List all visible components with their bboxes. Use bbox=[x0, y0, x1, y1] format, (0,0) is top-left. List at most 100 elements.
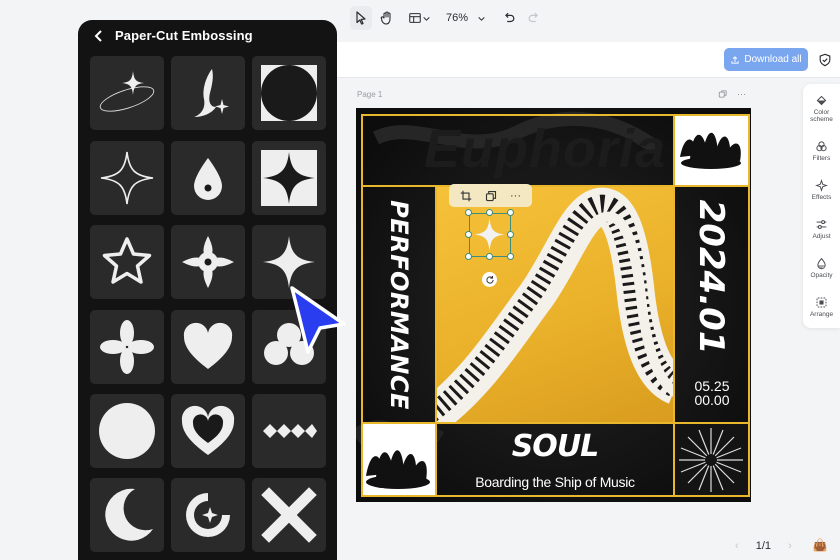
shape-tile-flower-diamond[interactable] bbox=[171, 225, 245, 299]
shape-tile-x-cross[interactable] bbox=[252, 478, 326, 552]
rail-label: Arrange bbox=[809, 311, 834, 318]
frame-line bbox=[361, 495, 750, 497]
rotate-handle[interactable] bbox=[482, 272, 497, 287]
duplicate-page-icon[interactable] bbox=[718, 89, 728, 99]
circle-icon bbox=[99, 403, 155, 459]
poster-side-text: PERFORMANCE bbox=[385, 200, 413, 410]
zoom-level: 76% bbox=[445, 12, 469, 24]
page-label: Page 1 bbox=[357, 90, 383, 99]
frame-line bbox=[673, 114, 675, 497]
frame-line bbox=[361, 114, 363, 497]
shield-button[interactable] bbox=[816, 48, 834, 72]
chevron-down-icon bbox=[422, 16, 430, 21]
clover-icon bbox=[100, 320, 154, 374]
next-page-icon[interactable]: › bbox=[788, 540, 792, 552]
star-icon bbox=[102, 237, 152, 284]
shape-tile-droplet[interactable] bbox=[171, 141, 245, 215]
sunburst-icon bbox=[679, 428, 743, 492]
x-cross-icon bbox=[261, 487, 317, 543]
opacity-tool[interactable]: Opacity bbox=[803, 257, 840, 279]
duplicate-button[interactable] bbox=[484, 189, 498, 203]
filters-tool[interactable]: Filters bbox=[803, 140, 840, 162]
shape-tile-clover[interactable] bbox=[90, 310, 164, 384]
four-point-star-icon bbox=[263, 236, 315, 288]
download-all-label: Download all bbox=[744, 54, 802, 65]
layout-icon bbox=[408, 13, 421, 23]
more-options-button[interactable]: ··· bbox=[509, 189, 523, 203]
shape-tile-star-outline[interactable] bbox=[90, 225, 164, 299]
zoom-dropdown[interactable]: 76% bbox=[443, 6, 489, 30]
shape-tile-diamond-chain[interactable] bbox=[252, 394, 326, 468]
shape-tile-heart[interactable] bbox=[171, 310, 245, 384]
resize-handle[interactable] bbox=[507, 209, 514, 216]
page-controls: ··· bbox=[718, 89, 746, 99]
undo-button[interactable] bbox=[500, 6, 518, 30]
lotus-icon bbox=[680, 132, 741, 169]
redo-icon bbox=[528, 12, 538, 23]
shape-tile-circle[interactable] bbox=[90, 394, 164, 468]
element-context-toolbar: ··· bbox=[449, 184, 532, 207]
back-arrow-icon[interactable] bbox=[92, 28, 106, 44]
resize-handle[interactable] bbox=[486, 209, 493, 216]
rotate-icon bbox=[485, 275, 494, 284]
poster-background-word: Euphoria bbox=[424, 119, 667, 179]
rail-label: Effects bbox=[811, 194, 832, 201]
droplet-icon bbox=[817, 257, 826, 270]
bag-icon[interactable]: 👜 bbox=[813, 538, 828, 552]
swirl-sparkle-icon bbox=[186, 493, 230, 537]
poster-year: 2024.01 bbox=[691, 199, 731, 355]
adjust-tool-rail: Color scheme Filters Effects Adjust Opac… bbox=[803, 84, 840, 328]
effects-tool[interactable]: Effects bbox=[803, 179, 840, 201]
shape-tile-crescent-moon[interactable] bbox=[90, 478, 164, 552]
sparkle-orbit-icon bbox=[99, 71, 155, 112]
rail-label: Color bbox=[813, 109, 830, 116]
hand-tool-button[interactable] bbox=[377, 6, 397, 30]
download-all-button[interactable]: Download all bbox=[724, 48, 808, 71]
shape-tile-circle-cutout[interactable] bbox=[252, 56, 326, 130]
crescent-moon-icon bbox=[105, 488, 153, 541]
page-count: 1/1 bbox=[755, 540, 772, 552]
select-tool-button[interactable] bbox=[350, 6, 372, 30]
page-more-button[interactable]: ··· bbox=[737, 89, 746, 99]
arrange-tool[interactable]: Arrange bbox=[803, 296, 840, 318]
crop-icon bbox=[460, 190, 471, 201]
lotus-icon bbox=[366, 450, 430, 489]
four-point-star-icon bbox=[474, 218, 505, 251]
shape-tile-swirl-sparkle[interactable] bbox=[171, 478, 245, 552]
rail-label: Opacity bbox=[810, 272, 833, 279]
resize-handle[interactable] bbox=[465, 209, 472, 216]
hand-icon bbox=[380, 11, 391, 25]
frame-line bbox=[361, 114, 750, 116]
resize-handle[interactable] bbox=[507, 231, 514, 238]
pointer-icon bbox=[356, 11, 366, 25]
flower-photo-bottom-left bbox=[362, 424, 436, 496]
resize-handle[interactable] bbox=[465, 253, 472, 260]
resize-handle[interactable] bbox=[465, 231, 472, 238]
layout-menu-button[interactable] bbox=[405, 6, 433, 30]
prev-page-icon[interactable]: ‹ bbox=[735, 540, 739, 552]
shield-check-icon bbox=[819, 53, 831, 67]
poster-date-line: 05.25 bbox=[694, 378, 730, 394]
shape-tile-sparkle-orbit[interactable] bbox=[90, 56, 164, 130]
color-scheme-tool[interactable]: Color scheme bbox=[803, 94, 840, 123]
droplet-icon bbox=[194, 158, 222, 200]
shape-tile-four-point-star-cutout[interactable] bbox=[252, 141, 326, 215]
redo-button[interactable] bbox=[525, 6, 543, 30]
shape-tile-four-point-star-outline[interactable] bbox=[90, 141, 164, 215]
sunburst-graphic bbox=[674, 424, 748, 496]
page-navigation: ‹ 1/1 › 👜 bbox=[735, 538, 828, 552]
rail-label: scheme bbox=[810, 116, 833, 123]
poster-headline: SOUL bbox=[511, 429, 600, 464]
shape-tile-ribbon[interactable] bbox=[171, 56, 245, 130]
resize-handle[interactable] bbox=[507, 253, 514, 260]
selected-sparkle-element[interactable] bbox=[469, 213, 511, 257]
adjust-tool[interactable]: Adjust bbox=[803, 218, 840, 240]
crop-button[interactable] bbox=[459, 189, 473, 203]
shape-tile-heart-outline[interactable] bbox=[171, 394, 245, 468]
rail-label: Filters bbox=[812, 155, 831, 162]
resize-handle[interactable] bbox=[486, 253, 493, 260]
upload-icon bbox=[731, 55, 739, 64]
poster-time-line: 00.00 bbox=[694, 392, 730, 408]
poster-date: 05.25 00.00 bbox=[676, 379, 748, 407]
sliders-icon bbox=[816, 220, 827, 229]
